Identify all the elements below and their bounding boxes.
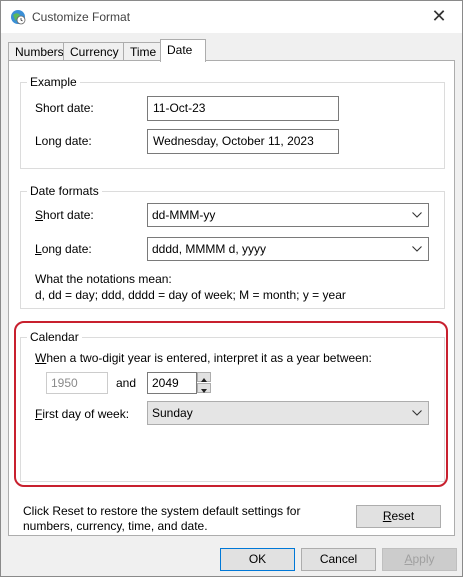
year-to-input[interactable]: 2049: [147, 372, 197, 394]
chevron-down-icon: [412, 246, 422, 252]
short-date-label-rest: hort date:: [43, 208, 94, 222]
apply-access-key: A: [404, 552, 413, 566]
tab-numbers[interactable]: Numbers: [8, 42, 64, 61]
two-digit-year-label: When a two-digit year is entered, interp…: [35, 351, 372, 365]
spin-up-button[interactable]: [197, 372, 211, 382]
customize-format-dialog: Customize Format ✕ Numbers Currency Time…: [0, 0, 463, 577]
two-digit-label-rest: hen a two-digit year is entered, interpr…: [46, 351, 372, 365]
reset-button[interactable]: Reset: [356, 505, 441, 528]
long-date-format-label: Long date:: [35, 242, 92, 256]
globe-clock-icon: [11, 10, 26, 25]
example-group: Example Short date: 11-Oct-23 Long date:…: [20, 75, 445, 169]
two-digit-access-key: W: [35, 351, 47, 365]
long-date-format-value: dddd, MMMM d, yyyy: [152, 242, 267, 256]
title-bar: Customize Format ✕: [1, 1, 462, 33]
apply-label-rest: pply: [412, 552, 435, 566]
long-date-format-select[interactable]: dddd, MMMM d, yyyy: [147, 237, 429, 261]
close-icon: ✕: [431, 6, 447, 26]
tab-time[interactable]: Time: [123, 42, 163, 61]
first-day-of-week-label: First day of week:: [35, 407, 129, 421]
example-long-date-value: Wednesday, October 11, 2023: [147, 129, 339, 154]
chevron-down-icon: [412, 212, 422, 218]
and-label: and: [116, 376, 137, 390]
window-title: Customize Format: [32, 10, 131, 24]
example-short-date-value: 11-Oct-23: [147, 96, 339, 121]
calendar-legend: Calendar: [27, 330, 82, 344]
short-date-format-value: dd-MMM-yy: [152, 208, 216, 222]
example-long-date-label: Long date:: [35, 134, 92, 148]
short-date-format-select[interactable]: dd-MMM-yy: [147, 203, 429, 227]
year-from-input: 1950: [46, 372, 108, 394]
tab-date[interactable]: Date: [160, 39, 206, 62]
long-date-label-rest: ong date:: [41, 242, 92, 256]
notations-text: d, dd = day; ddd, dddd = day of week; M …: [35, 288, 346, 302]
first-day-label-rest: irst day of week:: [42, 407, 130, 421]
tab-currency[interactable]: Currency: [63, 42, 124, 61]
ok-button[interactable]: OK: [220, 548, 295, 571]
date-tab-panel: Example Short date: 11-Oct-23 Long date:…: [8, 60, 455, 536]
date-formats-legend: Date formats: [27, 184, 102, 198]
long-date-access-key: L: [35, 242, 42, 256]
calendar-group: Calendar When a two-digit year is entere…: [20, 330, 445, 482]
date-formats-group: Date formats Short date: dd-MMM-yy Long …: [20, 184, 445, 309]
reset-label-rest: eset: [391, 509, 415, 523]
spin-down-button[interactable]: [197, 383, 211, 393]
example-legend: Example: [27, 75, 80, 89]
cancel-button[interactable]: Cancel: [301, 548, 376, 571]
apply-button[interactable]: Apply: [382, 548, 457, 571]
close-button[interactable]: ✕: [416, 1, 462, 33]
first-day-value: Sunday: [152, 406, 193, 420]
notations-title: What the notations mean:: [35, 272, 172, 286]
chevron-down-icon: [412, 410, 422, 416]
reset-note: Click Reset to restore the system defaul…: [23, 504, 301, 533]
year-spinner: [197, 372, 211, 394]
example-short-date-label: Short date:: [35, 101, 94, 115]
short-date-access-key: S: [35, 208, 44, 222]
short-date-format-label: Short date:: [35, 208, 94, 222]
first-day-of-week-select[interactable]: Sunday: [147, 401, 429, 425]
caret-down-icon: [201, 389, 207, 393]
